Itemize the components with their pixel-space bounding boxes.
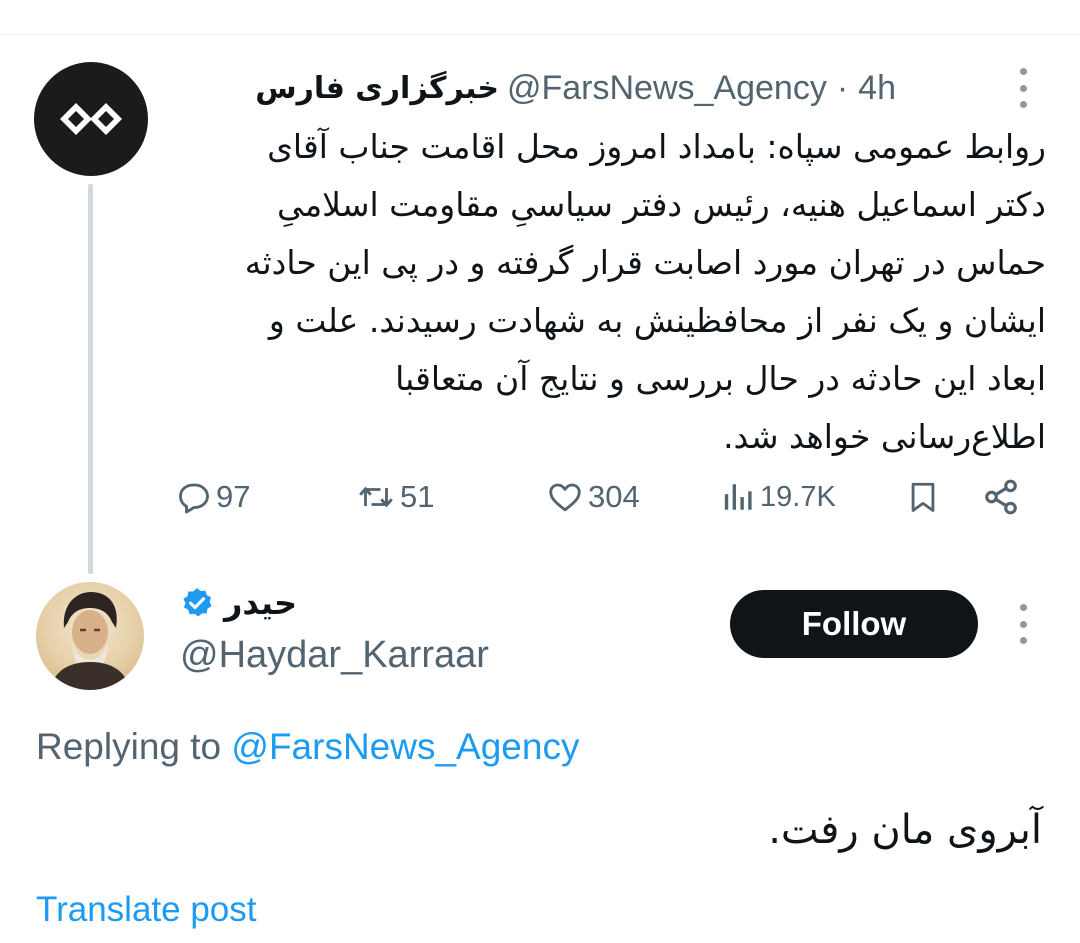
share-button[interactable] [982,472,1020,522]
replying-prefix: Replying to [36,726,222,767]
more-vertical-icon[interactable] [1018,68,1028,108]
reply-button[interactable]: 97 [176,472,250,522]
verified-badge-icon [183,588,212,617]
reply-author-row: حیدر [180,578,297,628]
reply-icon [179,483,209,514]
bookmark-icon [911,482,935,512]
top-divider [0,34,1080,35]
views-icon [724,484,752,510]
repost-icon [359,486,393,508]
parent-tweet-text: روابط عمومی سپاه: بامداد امروز محل اقامت… [178,118,1046,466]
parent-text-line: اطلاع‌رسانی خواهد شد. [723,417,1046,456]
repost-button[interactable]: 51 [356,472,434,522]
like-button[interactable]: 304 [546,472,640,522]
views-count: 19.7K [760,480,836,513]
translate-post-link[interactable]: Translate post [36,886,256,934]
header-separator: · [836,68,849,107]
parent-author-handle[interactable]: @FarsNews_Agency [507,69,827,108]
parent-tweet-header: خبرگزاری فارس @FarsNews_Agency · 4h [255,66,896,110]
views-button[interactable]: 19.7K [722,472,836,522]
parent-text-line: ایشان و یک نفر از محافظینش به شهادت رسید… [268,301,1046,340]
follow-button[interactable]: Follow [730,590,978,658]
tweet-actions-bar: 97 51 304 19.7K [170,472,1040,522]
more-vertical-icon[interactable] [1018,604,1028,644]
reply-tweet-text: آبروی مان رفت. [768,807,1042,853]
replying-handle-link[interactable]: @FarsNews_Agency [231,726,579,767]
thread-line [88,184,93,574]
avatar-portrait [50,592,130,690]
share-icon [985,479,1017,515]
parent-tweet-time[interactable]: 4h [858,69,896,108]
replying-to: Replying to @FarsNews_Agency [36,722,579,772]
parent-text-line: ابعاد این حادثه در حال بررسی و نتایج آن … [395,359,1046,398]
parent-text-line: حماس در تهران مورد اصابت قرار گرفته و در… [244,243,1046,282]
fars-avatar[interactable] [34,62,148,176]
bookmark-button[interactable] [906,472,940,522]
fars-logo-icon [60,103,122,135]
like-count: 304 [588,479,640,514]
parent-text-line: روابط عمومی سپاه: بامداد امروز محل اقامت… [267,127,1046,166]
parent-author-name[interactable]: خبرگزاری فارس [255,71,499,106]
reply-author-name[interactable]: حیدر [224,584,297,622]
reply-author-handle[interactable]: @Haydar_Karraar [180,630,489,680]
haydar-avatar[interactable] [36,582,144,690]
reply-count: 97 [216,479,251,514]
heart-icon [549,483,581,512]
parent-text-line: دکتر اسماعیل هنیه، رئیس دفتر سیاسیِ مقاو… [277,185,1046,224]
repost-count: 51 [400,479,435,514]
